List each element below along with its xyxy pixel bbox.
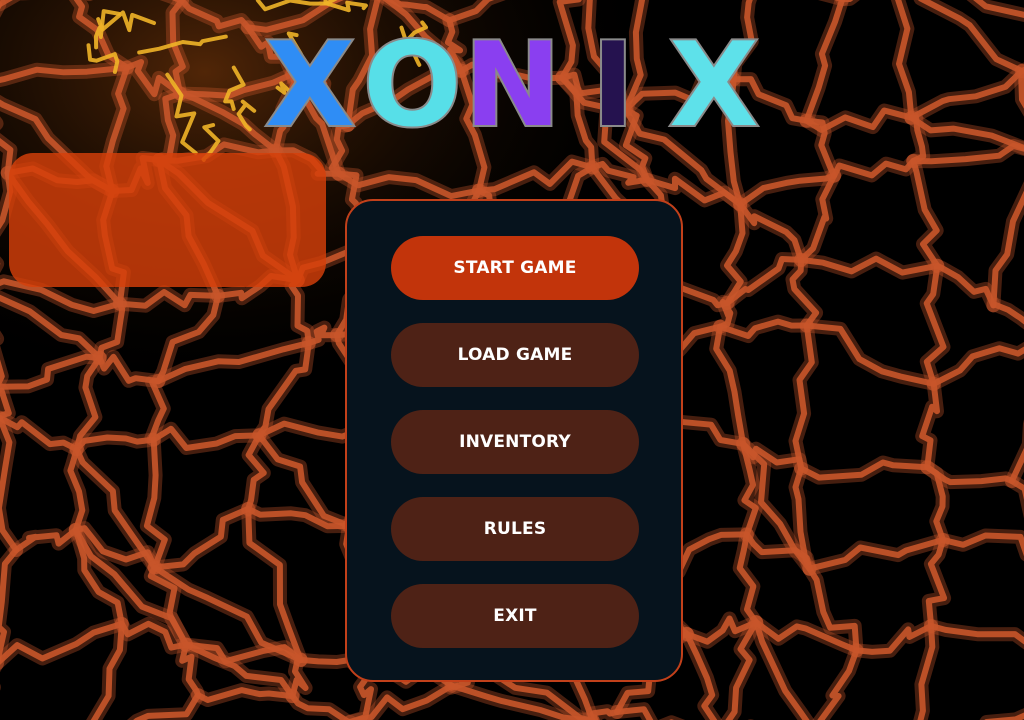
main-menu-panel: START GAME LOAD GAME INVENTORY RULES EXI… bbox=[345, 199, 683, 682]
info-panel bbox=[9, 153, 326, 287]
game-title-logo: X O N I X bbox=[262, 18, 762, 153]
title-letter-x1: X bbox=[263, 18, 356, 153]
title-letter-i: I bbox=[589, 18, 636, 153]
title-letter-x2: X bbox=[667, 18, 760, 153]
load-game-button[interactable]: LOAD GAME bbox=[391, 323, 639, 387]
title-letter-o: O bbox=[361, 18, 464, 153]
start-game-button[interactable]: START GAME bbox=[391, 236, 639, 300]
title-letter-n: N bbox=[462, 18, 563, 153]
exit-button[interactable]: EXIT bbox=[391, 584, 639, 648]
rules-button[interactable]: RULES bbox=[391, 497, 639, 561]
inventory-button[interactable]: INVENTORY bbox=[391, 410, 639, 474]
